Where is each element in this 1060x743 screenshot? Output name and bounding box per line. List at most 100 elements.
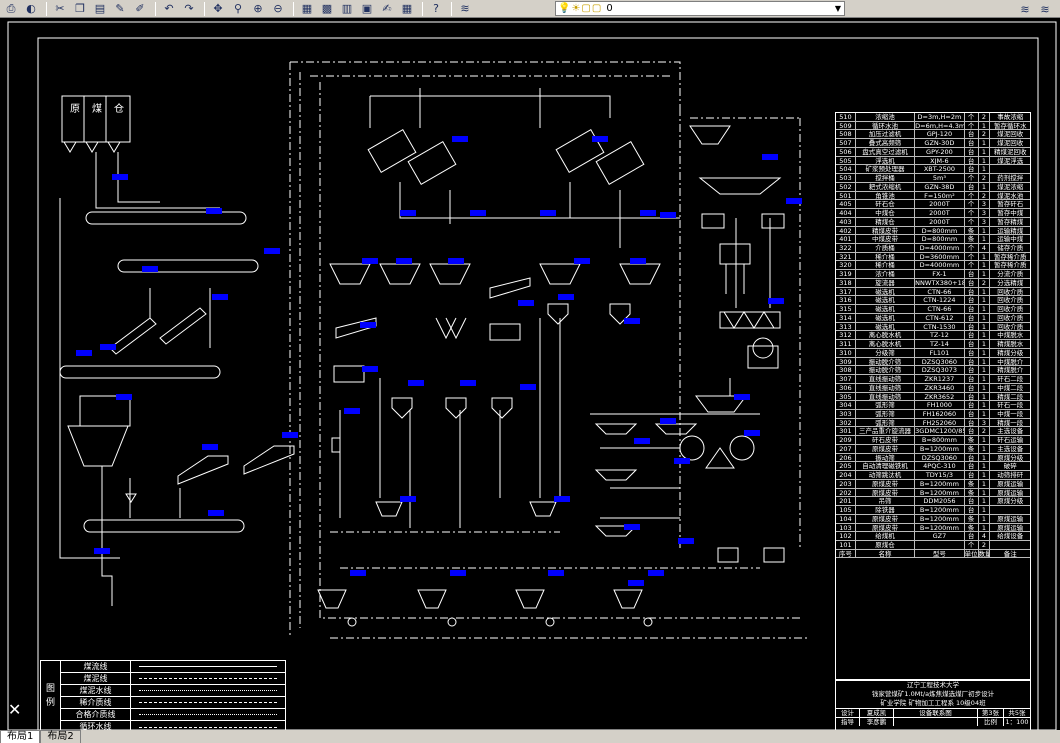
parts-cell: 条 — [965, 488, 979, 497]
scale-value: 1：100 — [1005, 718, 1029, 726]
parts-cell: 2 — [979, 174, 991, 182]
magnetic-separator — [333, 365, 365, 383]
parts-cell: 台 — [965, 130, 979, 139]
parts-cell: 1 — [979, 497, 991, 506]
parts-table-row: 506 盘式真空过滤机 GPY-200 台 1 精煤泥回收 — [836, 147, 1030, 157]
markup-icon[interactable]: ✍ — [378, 1, 396, 17]
parts-cell: 504 — [836, 165, 856, 174]
parts-cell: CTN-612 — [915, 313, 965, 322]
parts-cell: 精煤脱水 — [997, 340, 1024, 348]
parts-cell: 1 — [979, 305, 991, 313]
plot-icon[interactable]: ◐ — [22, 1, 40, 17]
parts-table-row: 204 动筛跳汰机 TDY15/3 台 1 动筛排矸 — [836, 471, 1030, 480]
legend-item: 煤泥水线 — [61, 685, 131, 696]
parts-cell: 102 — [836, 532, 856, 540]
paste-icon[interactable]: ▤ — [91, 1, 109, 17]
quickcalc-icon[interactable]: ▦ — [398, 1, 416, 17]
redo-icon[interactable]: ↷ — [180, 1, 198, 17]
pan-icon[interactable]: ✥ — [209, 1, 227, 17]
parts-cell: NNWTX380+18 — [915, 278, 965, 287]
parts-cell: 个 — [965, 540, 979, 549]
title-dept: 矿业学院 矿物加工工程系 10级04班 — [880, 699, 986, 707]
parts-cell: 台 — [965, 270, 979, 278]
parts-cell: 矸石二段 — [997, 375, 1024, 383]
parts-cell: TZ-12 — [915, 331, 965, 340]
cut-icon[interactable]: ✂ — [51, 1, 69, 17]
parts-cell: 台 — [965, 418, 979, 427]
tab-layout2[interactable]: 布局2 — [40, 730, 81, 743]
parts-cell: 矸石皮带 — [856, 436, 916, 444]
parts-cell: 精煤皮带 — [856, 226, 916, 235]
parts-cell: 磁选机 — [856, 313, 916, 322]
parts-cell: 原煤运输 — [997, 523, 1024, 532]
parts-table-row: 305 直线振动筛 ZKR3652 台 1 精煤二段 — [836, 392, 1030, 402]
legend-line — [139, 702, 277, 703]
parts-cell: 回收介质 — [997, 287, 1024, 296]
parts-cell: 原煤分级 — [997, 497, 1024, 506]
parts-table-row: 103 原煤皮带 B=1200mm 条 1 原煤运输 — [836, 523, 1030, 533]
parts-cell: 206 — [836, 453, 856, 462]
parts-cell: 3 — [979, 418, 991, 427]
parts-cell: 原煤仓 — [856, 540, 916, 549]
parts-table-row: 503 搅拌桶 5m³ 个 2 药剂搅拌 — [836, 174, 1030, 183]
parts-cell: 1 — [979, 514, 991, 523]
parts-cell — [990, 506, 1030, 514]
parts-cell: 317 — [836, 287, 856, 296]
parts-cell: GZN-30D — [915, 139, 965, 147]
parts-cell: 台 — [965, 453, 979, 462]
sheet-set-icon[interactable]: ▣ — [358, 1, 376, 17]
tool-palette-icon[interactable]: ▥ — [338, 1, 356, 17]
parts-cell: 原煤分级 — [997, 453, 1024, 462]
parts-cell: D=4000mm — [915, 261, 965, 270]
layer-dropdown[interactable]: 💡☀▢▢ 0 ▼ — [555, 1, 845, 16]
parts-cell: 1 — [979, 235, 991, 244]
parts-cell: ZKR3652 — [915, 392, 965, 401]
parts-cell: 台 — [965, 340, 979, 348]
parts-table-row: 402 精煤皮带 D=800mm 条 1 运输精煤 — [836, 226, 1030, 236]
parts-cell: 台 — [965, 139, 979, 147]
make-layer-current-icon[interactable]: ≋ — [1016, 1, 1034, 17]
parts-cell: 直线振动筛 — [856, 383, 916, 392]
properties-icon[interactable]: ▦ — [298, 1, 316, 17]
help-icon[interactable]: ? — [427, 1, 445, 17]
parts-cell: 2 — [979, 130, 991, 139]
parts-table-row: 309 振动脱介筛 DZSQ3060 台 1 中煤脱介 — [836, 357, 1030, 367]
zoom-realtime-icon[interactable]: ⚲ — [229, 1, 247, 17]
copy-icon[interactable]: ❐ — [71, 1, 89, 17]
parts-cell: 动筛排矸 — [997, 471, 1024, 479]
match-properties-icon[interactable]: ✎ — [111, 1, 129, 17]
parts-cell: 分级筛 — [856, 348, 916, 357]
design-center-icon[interactable]: ▩ — [318, 1, 336, 17]
parts-cell: 矸石运输 — [997, 436, 1024, 444]
tab-layout1[interactable]: 布局1 — [0, 730, 41, 743]
parts-cell: 台 — [965, 331, 979, 340]
zoom-window-icon[interactable]: ⊕ — [249, 1, 267, 17]
undo-icon[interactable]: ↶ — [160, 1, 178, 17]
paint-icon[interactable]: ✐ — [131, 1, 149, 17]
parts-cell: FH252060 — [915, 418, 965, 427]
chevron-down-icon[interactable]: ▼ — [832, 4, 844, 13]
parts-cell: 吊筛 — [856, 497, 916, 506]
parts-cell: 煤泥浓缩 — [997, 182, 1024, 191]
parts-cell: 2000T — [915, 209, 965, 217]
parts-cell — [990, 541, 1030, 549]
parts-cell: 310 — [836, 348, 856, 357]
layer-previous-icon[interactable]: ≋ — [1036, 1, 1054, 17]
parts-cell: 507 — [836, 139, 856, 147]
parts-cell: 除铁器 — [856, 506, 916, 514]
parts-table: 510 浓缩池 D=3m,H=2m 个 2 事故浓缩 509 循环水池 D=6m,H=4.3m 个… — [835, 112, 1031, 680]
parts-cell: 1 — [979, 392, 991, 401]
parts-cell: B=800mm — [915, 436, 965, 444]
parts-cell: 矸石一段 — [997, 401, 1024, 409]
parts-cell: 302 — [836, 418, 856, 427]
layer-properties-icon[interactable]: ≋ — [456, 1, 474, 17]
parts-cell: 1 — [979, 139, 991, 147]
legend-row: 煤泥线 — [61, 673, 285, 685]
parts-cell: 201 — [836, 497, 856, 506]
parts-cell: DZSQ3060 — [915, 453, 965, 462]
parts-cell: 加压过滤机 — [856, 130, 916, 139]
layer-state-icons: 💡☀▢▢ — [558, 3, 603, 14]
parts-cell: 台 — [965, 305, 979, 313]
print-preview-icon[interactable]: ⎙ — [2, 1, 20, 17]
zoom-previous-icon[interactable]: ⊖ — [269, 1, 287, 17]
